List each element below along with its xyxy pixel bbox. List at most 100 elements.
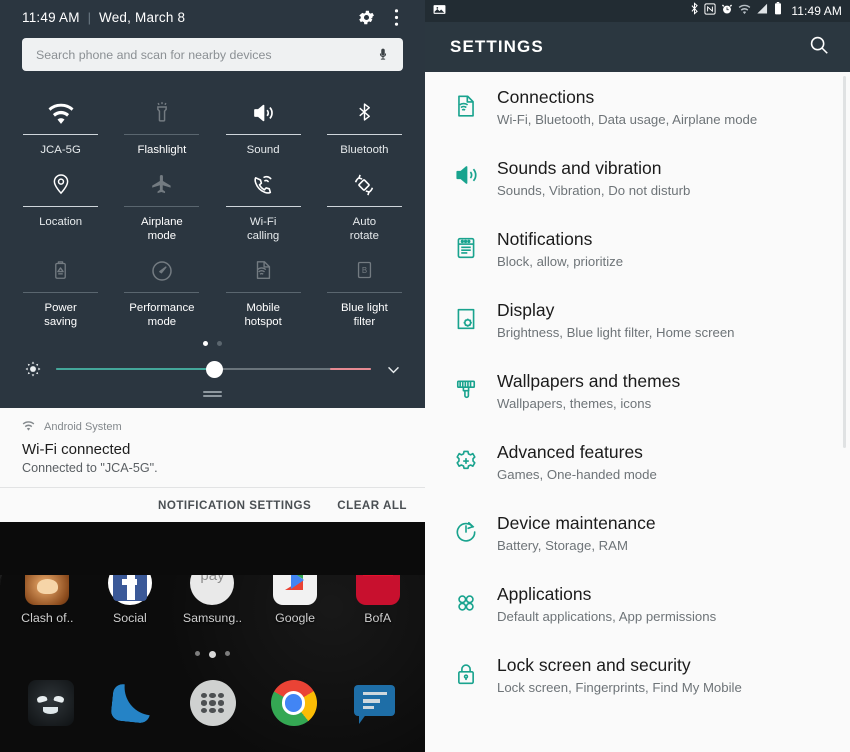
home-app[interactable]: Social <box>89 575 172 625</box>
quick-settings-panel: Clash of.. Social pay Samsung.. Google BofA 1… <box>0 0 425 752</box>
settings-item-notifications[interactable]: Notifications Block, allow, prioritize <box>425 214 850 285</box>
search-input[interactable]: Search phone and scan for nearby devices <box>22 38 403 71</box>
bluetooth-icon <box>355 91 374 125</box>
quick-tile-jca-5g[interactable]: JCA-5G <box>10 85 111 157</box>
panel-grabber[interactable] <box>0 384 425 408</box>
gear-icon[interactable] <box>351 2 381 32</box>
more-vertical-icon[interactable] <box>381 2 411 32</box>
settings-item-connections[interactable]: Connections Wi-Fi, Bluetooth, Data usage,… <box>425 72 850 143</box>
home-page-dot <box>225 651 230 656</box>
quick-tile-power-saving[interactable]: Power saving <box>10 243 111 329</box>
home-app[interactable]: Clash of.. <box>6 575 89 625</box>
settings-item-advanced-features[interactable]: Advanced features Games, One-handed mode <box>425 427 850 498</box>
quick-tile-airplane-mode[interactable]: Airplane mode <box>111 157 212 243</box>
settings-item-title: Advanced features <box>497 442 643 462</box>
dock-item[interactable] <box>172 680 253 726</box>
scrollbar[interactable] <box>843 76 846 448</box>
tile-label: Sound <box>246 144 280 156</box>
tile-divider <box>124 206 200 207</box>
notification-body: Connected to "JCA-5G". <box>22 461 158 475</box>
quick-settings-shade: 11:49 AM | Wed, March 8 Search phone and… <box>0 0 425 408</box>
quick-tile-auto-rotate[interactable]: Auto rotate <box>314 157 415 243</box>
settings-list: Connections Wi-Fi, Bluetooth, Data usage,… <box>425 72 850 711</box>
tile-label: Bluetooth <box>340 144 389 156</box>
tile-label: Blue light filter <box>340 302 388 328</box>
dock-item[interactable] <box>253 680 334 726</box>
settings-item-subtitle: Sounds, Vibration, Do not disturb <box>497 183 691 198</box>
dock-item[interactable] <box>10 680 91 726</box>
brightness-slider[interactable] <box>56 360 371 378</box>
status-bar-left <box>433 2 446 20</box>
settings-item-wallpapers-and-themes[interactable]: Wallpapers and themes Wallpapers, themes,… <box>425 356 850 427</box>
notifications-icon <box>453 228 497 263</box>
settings-item-text: Advanced features Games, One-handed mode <box>497 441 832 484</box>
tile-divider <box>23 134 99 135</box>
settings-item-display[interactable]: Display Brightness, Blue light filter, Ho… <box>425 285 850 356</box>
page-dot <box>203 341 208 346</box>
tile-divider <box>225 206 301 207</box>
notification-app-name: Android System <box>44 421 122 433</box>
settings-item-device-maintenance[interactable]: Device maintenance Battery, Storage, RAM <box>425 498 850 569</box>
microphone-icon[interactable] <box>373 45 393 65</box>
tile-divider <box>326 206 402 207</box>
tile-label: Auto rotate <box>349 216 379 242</box>
status-bar-right: 11:49 AM <box>690 2 842 20</box>
quick-tile-location[interactable]: Location <box>10 157 111 243</box>
settings-item-title: Wallpapers and themes <box>497 371 681 391</box>
home-app-label: Social <box>113 611 147 625</box>
signal-icon <box>756 2 769 20</box>
home-app[interactable]: Google <box>254 575 337 625</box>
quick-tile-performance-mode[interactable]: Performance mode <box>111 243 212 329</box>
connections-icon <box>453 86 497 121</box>
settings-item-text: Connections Wi-Fi, Bluetooth, Data usage,… <box>497 86 832 129</box>
tile-divider <box>23 206 99 207</box>
settings-item-subtitle: Wallpapers, themes, icons <box>497 396 652 411</box>
home-dock <box>0 680 425 726</box>
tile-label: Airplane mode <box>140 216 183 242</box>
quick-tile-bluetooth[interactable]: Bluetooth <box>314 85 415 157</box>
screenshot-icon <box>433 2 446 20</box>
settings-item-subtitle: Lock screen, Fingerprints, Find My Mobil… <box>497 680 742 695</box>
search-icon[interactable] <box>808 34 830 61</box>
settings-item-title: Sounds and vibration <box>497 158 662 178</box>
page-title: SETTINGS <box>450 37 544 56</box>
settings-item-lock-screen-and-security[interactable]: Lock screen and security Lock screen, Fin… <box>425 640 850 711</box>
settings-item-title: Applications <box>497 584 592 604</box>
quick-tile-wi-fi-calling[interactable]: Wi-Fi calling <box>213 157 314 243</box>
flashlight-icon <box>151 91 173 125</box>
settings-item-subtitle: Games, One-handed mode <box>497 467 657 482</box>
notification-settings-button[interactable]: NOTIFICATION SETTINGS <box>158 499 311 512</box>
tile-label: Performance mode <box>129 302 195 328</box>
dock-item[interactable] <box>334 680 415 726</box>
quick-tile-sound[interactable]: Sound <box>213 85 314 157</box>
settings-item-text: Notifications Block, allow, prioritize <box>497 228 832 271</box>
clock-time: 11:49 AM <box>22 9 80 25</box>
notification-shade: Android System Wi-Fi connected Connected… <box>0 408 425 522</box>
home-app-label: BofA <box>364 611 392 625</box>
settings-item-title: Device maintenance <box>497 513 656 533</box>
status-bar-time: 11:49 AM <box>791 4 842 18</box>
applications-icon <box>453 583 497 618</box>
tile-divider <box>23 292 99 293</box>
quick-tile-bluelight-filter[interactable]: B Blue light filter <box>314 243 415 329</box>
home-page-dot <box>209 651 216 658</box>
settings-app-bar: SETTINGS <box>425 22 850 72</box>
tile-label: Wi-Fi calling <box>246 216 280 242</box>
quick-settings-topbar: 11:49 AM | Wed, March 8 <box>0 0 425 34</box>
chevron-down-icon[interactable] <box>381 357 405 381</box>
settings-item-title: Lock screen and security <box>497 655 691 675</box>
nfc-icon <box>704 2 716 20</box>
battery-icon <box>774 2 782 20</box>
quick-tile-mobile-hotspot[interactable]: Mobile hotspot <box>213 243 314 329</box>
slider-thumb[interactable] <box>205 360 223 378</box>
quick-tile-flashlight[interactable]: Flashlight <box>111 85 212 157</box>
clash-of-clans-icon <box>25 575 70 605</box>
clear-all-button[interactable]: CLEAR ALL <box>337 499 407 512</box>
home-screen: Clash of.. Social pay Samsung.. Google BofA <box>0 575 425 752</box>
settings-item-sounds-and-vibration[interactable]: Sounds and vibration Sounds, Vibration, D… <box>425 143 850 214</box>
speedometer-icon <box>150 249 174 283</box>
settings-item-applications[interactable]: Applications Default applications, App pe… <box>425 569 850 640</box>
home-app[interactable]: pay Samsung.. <box>171 575 254 625</box>
dock-item[interactable] <box>91 680 172 726</box>
home-app[interactable]: BofA <box>336 575 419 625</box>
